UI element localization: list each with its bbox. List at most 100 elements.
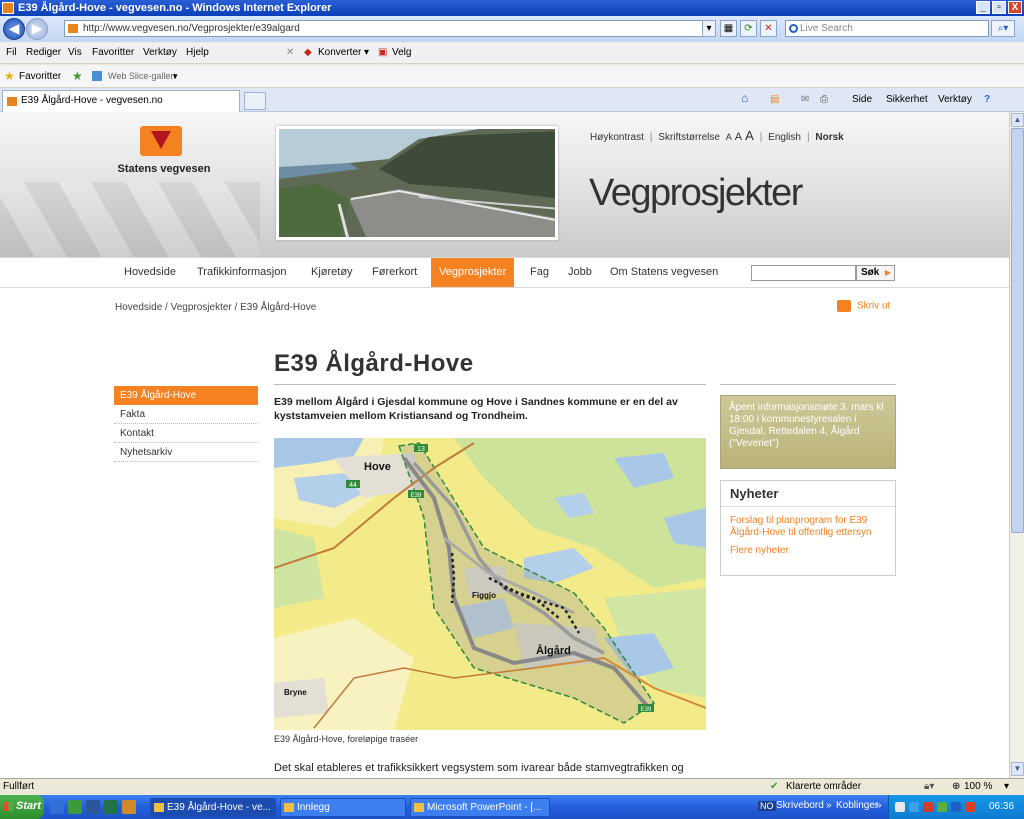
map-label-figgjo: Figgjo <box>472 591 496 600</box>
site-search-button[interactable]: Søk <box>856 265 895 281</box>
tab-e39[interactable]: E39 Ålgård-Hove - vegvesen.no <box>2 90 240 112</box>
links-toolbar-chevron-icon[interactable]: » <box>876 800 882 811</box>
menu-view[interactable]: Vis <box>68 47 82 58</box>
nav-trafikkinformasjon[interactable]: Trafikkinformasjon <box>189 258 294 287</box>
info-box[interactable]: Åpent informasjonsmøte 3. mars kl 18:00 … <box>720 395 896 469</box>
home-icon[interactable]: ⌂ <box>741 91 748 105</box>
sidenav-item-fakta[interactable]: Fakta <box>114 405 258 424</box>
road-photo-graphic <box>279 129 555 237</box>
zoom-icon[interactable]: ⊕ <box>952 779 960 795</box>
menu-file[interactable]: Fil <box>6 47 17 58</box>
stop-icon[interactable]: ✕ <box>760 20 777 37</box>
nav-fag[interactable]: Fag <box>522 258 557 287</box>
help-icon[interactable]: ? <box>984 94 990 105</box>
quicklaunch-ie-icon[interactable] <box>50 800 64 814</box>
nav-hovedside[interactable]: Hovedside <box>116 258 184 287</box>
taskbar-powerpoint-window[interactable]: Microsoft PowerPoint - [... <box>410 798 550 817</box>
quicklaunch-misc-icon[interactable] <box>122 800 136 814</box>
nav-jobb[interactable]: Jobb <box>560 258 600 287</box>
cmd-safety[interactable]: Sikkerhet <box>886 94 928 105</box>
nav-vegprosjekter[interactable]: Vegprosjekter <box>431 258 515 287</box>
scroll-thumb[interactable] <box>1011 128 1024 533</box>
maximize-button[interactable]: ▫ <box>992 1 1006 14</box>
close-toolbar-icon[interactable]: ✕ <box>286 47 294 58</box>
nav-forerkort[interactable]: Førerkort <box>364 258 425 287</box>
menu-help[interactable]: Hjelp <box>186 47 209 58</box>
language-indicator[interactable]: NO <box>758 801 776 811</box>
print-icon[interactable]: ⎙ <box>820 94 828 105</box>
vertical-scrollbar[interactable]: ▲ ▼ <box>1009 112 1024 778</box>
high-contrast-link[interactable]: Høykontrast <box>590 132 644 143</box>
web-slice-gallery[interactable]: Web Slice-galleri <box>108 71 175 81</box>
zoom-level[interactable]: 100 % <box>964 779 992 795</box>
quicklaunch-excel-icon[interactable] <box>104 800 118 814</box>
bluetooth-icon[interactable] <box>951 802 961 812</box>
nav-kjoretoy[interactable]: Kjøretøy <box>303 258 361 287</box>
cmd-tools[interactable]: Verktøy <box>938 94 972 105</box>
tray-icon-3[interactable] <box>923 802 933 812</box>
sidenav-item-e39[interactable]: E39 Ålgård-Hove <box>114 386 258 405</box>
menu-edit[interactable]: Rediger <box>26 47 61 58</box>
quicklaunch-app-icon[interactable] <box>68 800 82 814</box>
clock[interactable]: 06:36 <box>989 795 1014 819</box>
desktop-toolbar[interactable]: Skrivebord <box>776 800 824 811</box>
scroll-down-icon[interactable]: ▼ <box>1011 762 1024 776</box>
cmd-page[interactable]: Side <box>852 94 872 105</box>
refresh-icon[interactable]: ⟳ <box>740 20 757 37</box>
font-size-medium-link[interactable]: A <box>735 131 742 143</box>
breadcrumb-item-vegprosjekter[interactable]: Vegprosjekter <box>171 302 232 313</box>
start-button[interactable]: Start <box>0 795 44 819</box>
close-window-button[interactable]: X <box>1008 1 1022 14</box>
font-size-small-link[interactable]: A <box>726 132 732 142</box>
minimize-button[interactable]: _ <box>976 1 990 14</box>
route-map[interactable]: 13 44 E39 E39 Hove Figgjo Ålgård Bryne <box>274 438 706 730</box>
zoom-dropdown-icon[interactable]: ▾ <box>1004 779 1009 795</box>
tray-icon-6[interactable] <box>965 802 975 812</box>
convert-button[interactable]: Konverter <box>318 47 361 58</box>
more-news-link[interactable]: Flere nyheter <box>721 545 895 557</box>
breadcrumb-separator: / <box>234 302 238 313</box>
taskbar-innlegg-window[interactable]: Innlegg <box>280 798 406 817</box>
back-button[interactable]: ◀ <box>3 18 25 40</box>
sidenav-item-kontakt[interactable]: Kontakt <box>114 424 258 443</box>
feeds-icon[interactable]: ▤ <box>770 94 779 105</box>
web-slice-dropdown-icon[interactable]: ▾ <box>173 71 178 82</box>
address-dropdown-icon[interactable]: ▾ <box>702 20 716 37</box>
search-icon[interactable]: ⌕▾ <box>991 20 1015 37</box>
logo-text[interactable]: Statens vegvesen <box>116 163 212 175</box>
statens-vegvesen-logo-icon[interactable] <box>140 126 182 156</box>
desktop-toolbar-chevron-icon[interactable]: » <box>826 800 832 811</box>
read-mail-icon[interactable]: ✉ <box>801 94 809 105</box>
news-heading: Nyheter <box>721 481 895 507</box>
forward-button[interactable]: ▶ <box>26 18 48 40</box>
favorites-button[interactable]: Favoritter <box>19 71 61 82</box>
links-toolbar[interactable]: Koblinger <box>836 800 878 811</box>
norsk-link[interactable]: Norsk <box>815 132 843 143</box>
quicklaunch-word-icon[interactable] <box>86 800 100 814</box>
live-search-input[interactable]: Live Search <box>785 20 989 37</box>
site-search-input[interactable] <box>751 265 856 281</box>
print-link[interactable]: Skriv ut <box>837 300 890 312</box>
menu-tools[interactable]: Verktøy <box>143 47 177 58</box>
tray-icon-2[interactable] <box>909 802 919 812</box>
sidenav-item-nyhetsarkiv[interactable]: Nyhetsarkiv <box>114 443 258 462</box>
compatibility-icon[interactable]: ▦ <box>720 20 737 37</box>
tray-icon-4[interactable] <box>937 802 947 812</box>
tray-icon-1[interactable] <box>895 802 905 812</box>
nav-om-statens-vegvesen[interactable]: Om Statens vegvesen <box>602 258 726 287</box>
breadcrumb-item-hovedside[interactable]: Hovedside <box>115 302 162 313</box>
scroll-up-icon[interactable]: ▲ <box>1011 113 1024 127</box>
taskbar-ie-window[interactable]: E39 Ålgård-Hove - ve... <box>150 798 276 817</box>
new-tab-button[interactable] <box>244 92 266 110</box>
address-field[interactable]: http://www.vegvesen.no/Vegprosjekter/e39… <box>64 20 714 37</box>
news-item-link[interactable]: Forslag til planprogram for E39 Ålgård-H… <box>721 515 895 539</box>
add-favorite-icon[interactable]: ★ <box>72 69 83 83</box>
protected-mode-icon[interactable]: 🔒︎▾ <box>924 779 934 795</box>
menu-bar: Fil Rediger Vis Favoritter Verktøy Hjelp… <box>0 42 1024 64</box>
address-toolbar: ◀ ▶ http://www.vegvesen.no/Vegprosjekter… <box>0 16 1024 42</box>
english-link[interactable]: English <box>768 132 801 143</box>
menu-favorites[interactable]: Favoritter <box>92 47 134 58</box>
font-size-large-link[interactable]: A <box>745 128 754 143</box>
convert-dropdown-icon[interactable]: ▾ <box>364 47 369 58</box>
select-button[interactable]: Velg <box>392 47 411 58</box>
